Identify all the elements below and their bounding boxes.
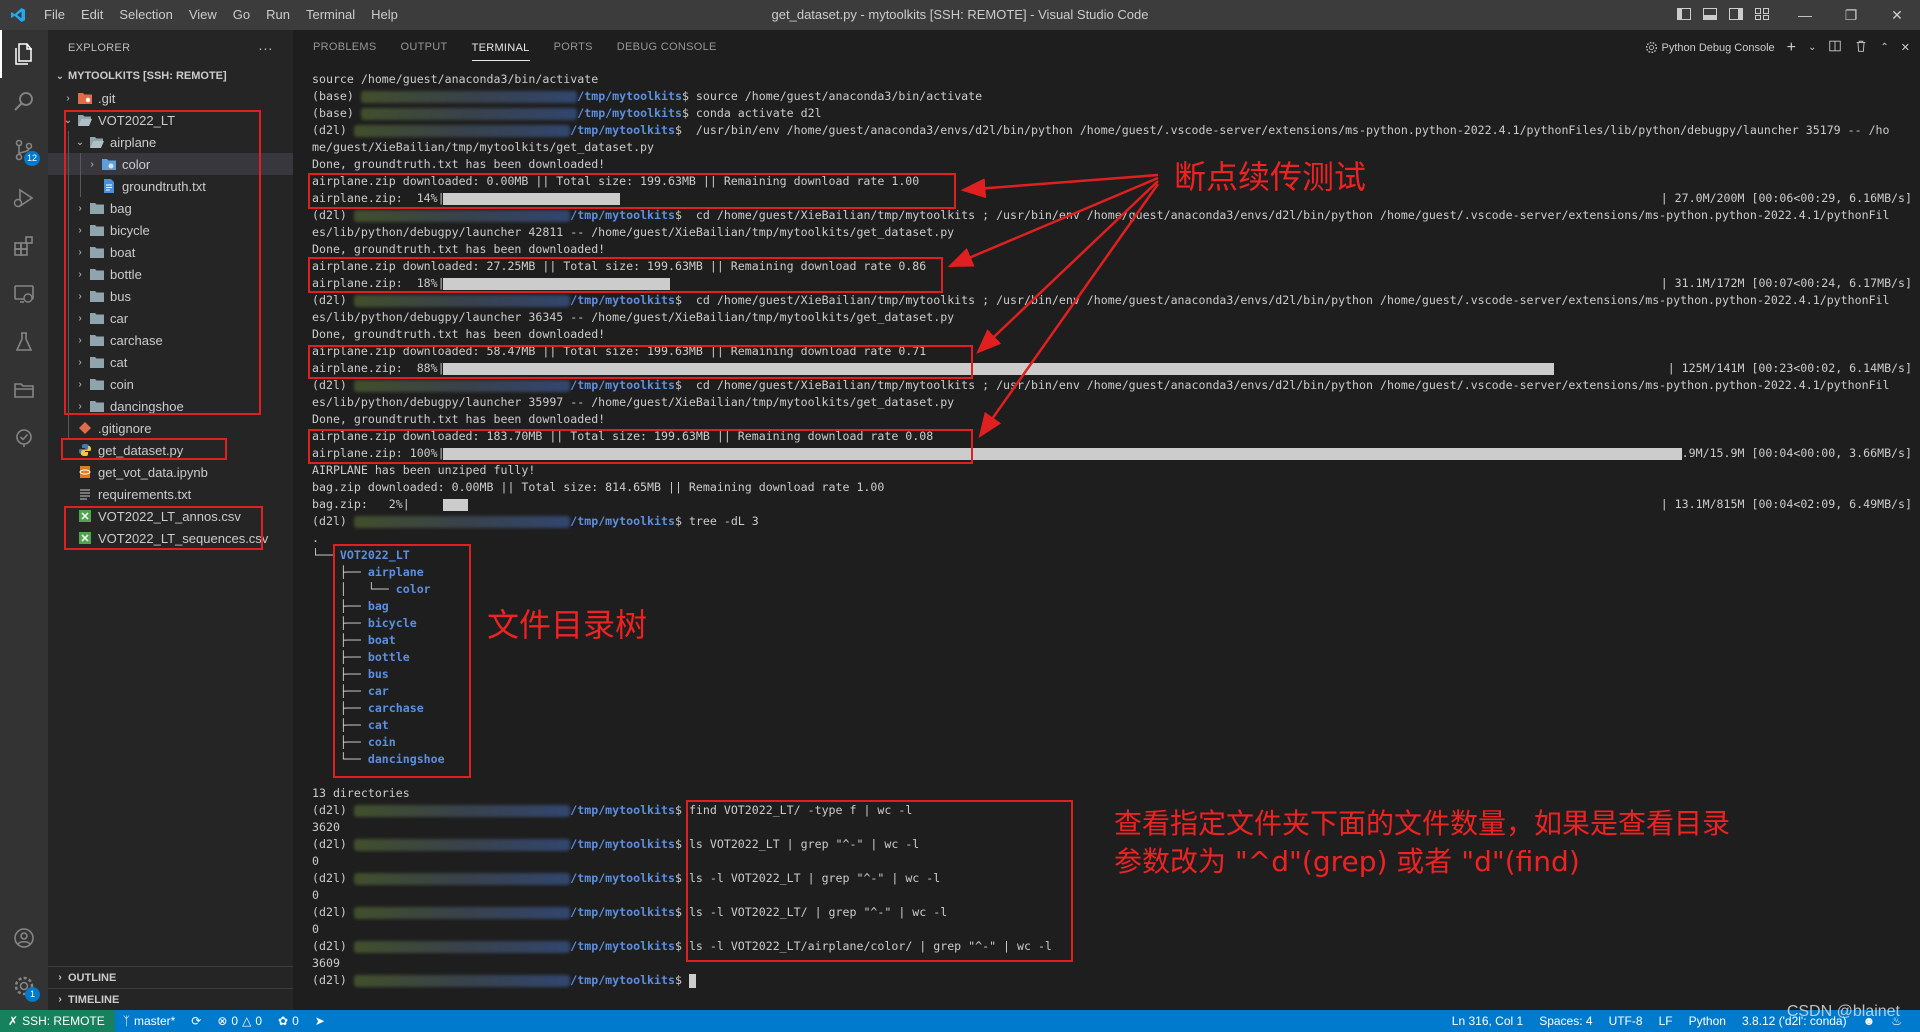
sync-icon[interactable]: ⟳ <box>183 1014 209 1028</box>
warning-icon: △ <box>242 1014 252 1028</box>
problems-indicator[interactable]: ⊗ 0 △ 0 <box>209 1014 270 1028</box>
remote-indicator[interactable]: ✗ SSH: REMOTE <box>0 1010 115 1032</box>
branch-label: master* <box>133 1014 176 1028</box>
annotation-count-note-line2: 参数改为 "^d"(grep) 或者 "d"(find) <box>1114 845 1580 878</box>
annotation-arrows <box>947 173 1160 439</box>
end-of-line[interactable]: LF <box>1651 1014 1681 1028</box>
warning-count: 0 <box>255 1014 263 1028</box>
cursor-position[interactable]: Ln 316, Col 1 <box>1444 1014 1531 1028</box>
annotation-count-note-line1: 查看指定文件夹下面的文件数量，如果是查看目录 <box>1114 807 1731 840</box>
remote-icon: ✗ <box>8 1014 19 1028</box>
language-mode[interactable]: Python <box>1681 1014 1734 1028</box>
debug-launch-icon[interactable]: ➤ <box>307 1014 333 1028</box>
ports-indicator[interactable]: ✿ 0 <box>270 1014 307 1028</box>
watermark: CSDN @blainet <box>1786 1003 1900 1020</box>
encoding[interactable]: UTF-8 <box>1601 1014 1651 1028</box>
error-count: 0 <box>231 1014 239 1028</box>
radio-tower-icon: ✿ <box>278 1014 289 1028</box>
status-bar: ✗ SSH: REMOTE ᛉ master* ⟳ ⊗ 0 △ 0 ✿ 0 ➤ Ln … <box>0 1010 1920 1032</box>
ports-count: 0 <box>292 1014 299 1028</box>
branch-icon: ᛉ <box>122 1014 130 1028</box>
git-branch[interactable]: ᛉ master* <box>115 1014 184 1028</box>
error-icon: ⊗ <box>217 1014 228 1028</box>
remote-label: SSH: REMOTE <box>22 1014 105 1028</box>
annotation-dir-tree: 文件目录树 <box>487 606 648 644</box>
indentation[interactable]: Spaces: 4 <box>1531 1014 1600 1028</box>
annotation-resume-test: 断点续传测试 <box>1174 158 1367 196</box>
